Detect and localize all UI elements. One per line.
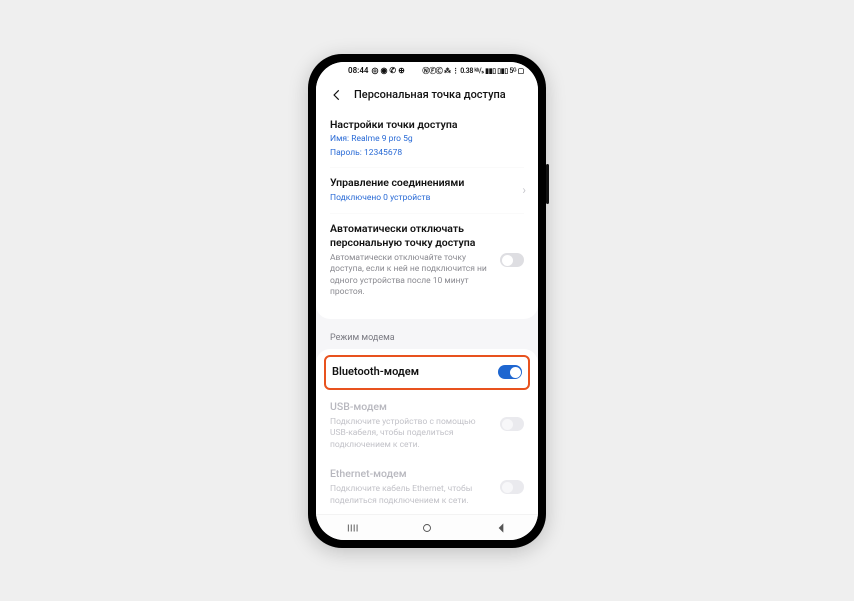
connections-subtitle: Подключено 0 устройств <box>330 193 524 205</box>
back-arrow-icon[interactable] <box>330 88 344 102</box>
status-time: 08:44 <box>348 66 368 75</box>
chevron-right-icon: › <box>522 183 526 197</box>
hotspot-card: Настройки точки доступа Имя: Realme 9 pr… <box>316 110 538 319</box>
ethernet-modem-row: Ethernet-модем Подключите кабель Etherne… <box>330 459 524 513</box>
modem-section-label: Режим модема <box>316 319 538 349</box>
status-bar: 08:44 ◎ ◉ ✆ ⊕ ⓃⒻⒸ ⁂ ⋮ 0.38 ᵏᵇ/ₛ ▮▮▯ ▯▮▯ … <box>316 62 538 80</box>
connections-title: Управление соединениями <box>330 176 524 190</box>
phone-frame: 08:44 ◎ ◉ ✆ ⊕ ⓃⒻⒸ ⁂ ⋮ 0.38 ᵏᵇ/ₛ ▮▮▯ ▯▮▯ … <box>308 54 546 548</box>
status-left-icons: ◎ ◉ ✆ ⊕ <box>371 66 404 75</box>
ethernet-modem-toggle <box>500 480 524 494</box>
bluetooth-modem-toggle[interactable] <box>498 365 522 379</box>
usb-modem-toggle <box>500 417 524 431</box>
bluetooth-modem-row[interactable]: Bluetooth-модем <box>324 355 530 390</box>
bluetooth-modem-title: Bluetooth-модем <box>332 365 522 380</box>
usb-modem-row: USB-модем Подключите устройство с помощь… <box>330 390 524 460</box>
nav-recent-icon[interactable] <box>346 520 360 534</box>
header: Персональная точка доступа <box>316 80 538 110</box>
modem-card: Bluetooth-модем USB-модем Подключите уст… <box>316 349 538 514</box>
hotspot-settings-title: Настройки точки доступа <box>330 118 524 132</box>
hotspot-name: Имя: Realme 9 pro 5g <box>330 134 524 146</box>
ethernet-modem-desc: Подключите кабель Ethernet, чтобы подели… <box>330 484 494 507</box>
page-title: Персональная точка доступа <box>354 88 506 101</box>
hotspot-settings-row[interactable]: Настройки точки доступа Имя: Realme 9 pr… <box>330 110 524 168</box>
hotspot-password: Пароль: 12345678 <box>330 148 524 160</box>
auto-off-desc: Автоматически отключайте точку доступа, … <box>330 253 494 299</box>
status-right-icons: ⓃⒻⒸ ⁂ ⋮ 0.38 ᵏᵇ/ₛ ▮▮▯ ▯▮▯ 5ᴳ ▢ <box>422 66 524 76</box>
nav-back-icon[interactable] <box>494 520 508 534</box>
nav-home-icon[interactable] <box>420 520 434 534</box>
usb-modem-title: USB-модем <box>330 400 494 414</box>
auto-off-row[interactable]: Автоматически отключать персональную точ… <box>330 213 524 307</box>
nav-bar <box>316 514 538 540</box>
usb-modem-desc: Подключите устройство с помощью USB-кабе… <box>330 417 494 451</box>
screen: 08:44 ◎ ◉ ✆ ⊕ ⓃⒻⒸ ⁂ ⋮ 0.38 ᵏᵇ/ₛ ▮▮▯ ▯▮▯ … <box>316 62 538 540</box>
content: Настройки точки доступа Имя: Realme 9 pr… <box>316 110 538 514</box>
connections-row[interactable]: Управление соединениями Подключено 0 уст… <box>330 167 524 212</box>
auto-off-toggle[interactable] <box>500 253 524 267</box>
auto-off-title: Автоматически отключать персональную точ… <box>330 222 494 250</box>
ethernet-modem-title: Ethernet-модем <box>330 467 494 481</box>
